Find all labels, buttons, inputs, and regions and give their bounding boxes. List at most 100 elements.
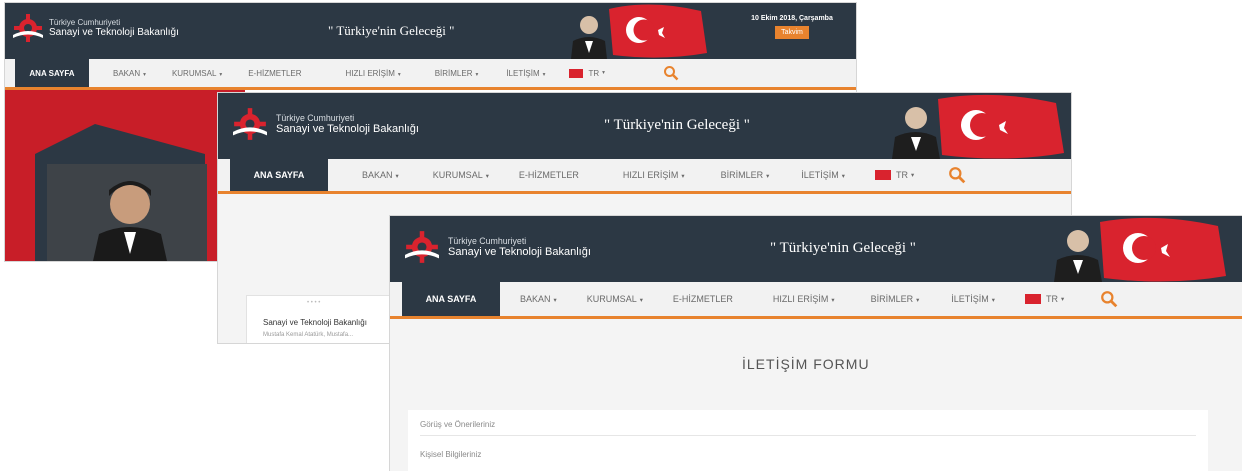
language-selector[interactable]: TR ▾	[569, 68, 605, 78]
chevron-down-icon: ▾	[681, 173, 685, 180]
tr-flag-icon	[874, 170, 891, 180]
nav-label: İLETİŞİM	[506, 68, 540, 78]
nav-label: BAKAN	[113, 68, 141, 78]
nav-kurumsal[interactable]: KURUMSAL ▾	[172, 69, 222, 78]
ataturk-flag-banner	[892, 94, 1064, 159]
nav-label: KURUMSAL	[586, 294, 637, 304]
gear-logo-icon	[13, 14, 43, 42]
main-navbar: ANA SAYFA BAKAN ▾ KURUMSAL ▾ E-HİZMETLER H…	[5, 59, 856, 90]
site-slogan: " Türkiye'nin Geleceği "	[604, 117, 750, 133]
nav-label: BİRİMLER	[870, 294, 914, 304]
chevron-down-icon: ▾	[395, 173, 399, 180]
site-header: Türkiye Cumhuriyeti Sanayi ve Teknoloji …	[5, 3, 856, 59]
form-section-feedback[interactable]: Görüş ve Önerileriniz	[420, 420, 1196, 436]
chevron-down-icon: ▾	[1060, 295, 1065, 303]
calendar-button[interactable]: Takvim	[775, 26, 809, 39]
chevron-down-icon: ▾	[991, 297, 995, 304]
chevron-down-icon: ▾	[916, 297, 920, 304]
page-title: İLETİŞİM FORMU	[742, 356, 870, 372]
chevron-down-icon: ▾	[553, 297, 557, 304]
chevron-down-icon: ▾	[639, 297, 643, 304]
lang-label: TR	[1045, 294, 1058, 304]
news-card[interactable]: • • • • Sanayi ve Teknoloji Bakanlığı Mu…	[246, 295, 398, 343]
nav-ehizmetler[interactable]: E-HİZMETLER	[248, 69, 301, 78]
lang-label: TR	[588, 68, 600, 78]
news-dots: • • • •	[307, 300, 321, 306]
nav-label: HIZLI ERİŞİM	[772, 294, 829, 304]
gear-logo-icon	[405, 231, 439, 263]
nav-ehizmetler[interactable]: E-HİZMETLER	[673, 294, 733, 304]
search-icon[interactable]	[948, 166, 966, 184]
nav-iletisim[interactable]: İLETİŞİM ▾	[951, 294, 995, 304]
nav-label: İLETİŞİM	[801, 170, 839, 180]
chevron-down-icon: ▾	[397, 71, 401, 78]
form-section-personal[interactable]: Kişisel Bilgileriniz	[420, 450, 1196, 465]
nav-home[interactable]: ANA SAYFA	[402, 282, 500, 316]
chevron-down-icon: ▾	[602, 70, 605, 76]
tr-flag-icon	[1024, 294, 1041, 304]
tr-flag-icon	[569, 68, 584, 78]
logo-line2: Sanayi ve Teknoloji Bakanlığı	[49, 26, 179, 38]
chevron-down-icon: ▾	[910, 171, 915, 179]
nav-kurumsal[interactable]: KURUMSAL ▾	[587, 294, 643, 304]
site-header: Türkiye Cumhuriyeti Sanayi ve Teknoloji …	[218, 93, 1071, 159]
nav-label: İLETİŞİM	[951, 294, 989, 304]
ataturk-flag-banner	[571, 4, 707, 59]
search-icon[interactable]	[663, 65, 679, 81]
nav-label: BİRİMLER	[720, 170, 764, 180]
nav-label: KURUMSAL	[171, 68, 217, 78]
search-icon[interactable]	[1100, 290, 1118, 308]
nav-hizli-erisim[interactable]: HIZLI ERİŞİM ▾	[623, 170, 685, 180]
nav-birimler[interactable]: BİRİMLER ▾	[721, 170, 770, 180]
logo-line1: Türkiye Cumhuriyeti	[448, 235, 527, 246]
nav-iletisim[interactable]: İLETİŞİM ▾	[506, 69, 545, 78]
logo-line2: Sanayi ve Teknoloji Bakanlığı	[276, 122, 419, 135]
nav-bakan[interactable]: BAKAN ▾	[113, 69, 146, 78]
nav-label: KURUMSAL	[432, 170, 483, 180]
logo-line2: Sanayi ve Teknoloji Bakanlığı	[448, 245, 591, 258]
nav-label: BİRİMLER	[434, 68, 473, 78]
gear-logo-icon	[233, 108, 267, 140]
nav-iletisim[interactable]: İLETİŞİM ▾	[801, 170, 845, 180]
chevron-down-icon: ▾	[542, 71, 546, 78]
nav-home[interactable]: ANA SAYFA	[230, 159, 328, 191]
nav-kurumsal[interactable]: KURUMSAL ▾	[433, 170, 489, 180]
news-subtitle: Mustafa Kemal Atatürk, Mustafa...	[263, 332, 354, 338]
nav-label: BAKAN	[362, 170, 393, 180]
chevron-down-icon: ▾	[841, 173, 845, 180]
nav-label: HIZLI ERİŞİM	[345, 68, 395, 78]
chevron-down-icon: ▾	[475, 71, 479, 78]
chevron-down-icon: ▾	[485, 173, 489, 180]
nav-bakan[interactable]: BAKAN ▾	[520, 294, 557, 304]
minister-photo	[35, 124, 207, 261]
site-logo[interactable]: Türkiye Cumhuriyeti Sanayi ve Teknoloji …	[230, 107, 419, 141]
site-logo[interactable]: Türkiye Cumhuriyeti Sanayi ve Teknoloji …	[11, 13, 179, 43]
logo-line1: Türkiye Cumhuriyeti	[49, 17, 121, 27]
main-navbar: ANA SAYFA BAKAN ▾ KURUMSAL ▾ E-HİZMETLER H…	[218, 159, 1071, 194]
site-logo[interactable]: Türkiye Cumhuriyeti Sanayi ve Teknoloji …	[402, 230, 591, 264]
chevron-down-icon: ▾	[831, 297, 835, 304]
main-navbar: ANA SAYFA BAKAN ▾ KURUMSAL ▾ E-HİZMETLER H…	[390, 282, 1242, 319]
site-slogan: " Türkiye'nin Geleceği "	[770, 240, 916, 256]
nav-label: BAKAN	[520, 294, 551, 304]
nav-birimler[interactable]: BİRİMLER ▾	[871, 294, 920, 304]
contact-form-panel: Görüş ve Önerileriniz Kişisel Bilgilerin…	[408, 410, 1208, 471]
date-box: 10 Ekim 2018, Çarşamba Takvim	[743, 15, 841, 39]
logo-line1: Türkiye Cumhuriyeti	[276, 112, 355, 123]
site-slogan: " Türkiye'nin Geleceği "	[328, 23, 455, 38]
nav-home[interactable]: ANA SAYFA	[15, 59, 89, 87]
nav-birimler[interactable]: BİRİMLER ▾	[435, 69, 479, 78]
nav-hizli-erisim[interactable]: HIZLI ERİŞİM ▾	[773, 294, 835, 304]
language-selector[interactable]: TR ▾	[1024, 294, 1065, 304]
site-header: Türkiye Cumhuriyeti Sanayi ve Teknoloji …	[390, 216, 1242, 282]
chevron-down-icon: ▾	[766, 173, 770, 180]
language-selector[interactable]: TR ▾	[874, 170, 915, 180]
ataturk-flag-banner	[1054, 217, 1226, 282]
nav-hizli-erisim[interactable]: HIZLI ERİŞİM ▾	[346, 69, 401, 78]
news-title: Sanayi ve Teknoloji Bakanlığı	[263, 318, 367, 327]
lang-label: TR	[895, 170, 908, 180]
nav-bakan[interactable]: BAKAN ▾	[362, 170, 399, 180]
nav-ehizmetler[interactable]: E-HİZMETLER	[519, 170, 579, 180]
chevron-down-icon: ▾	[219, 71, 223, 78]
browser-window-front: Türkiye Cumhuriyeti Sanayi ve Teknoloji …	[390, 216, 1242, 471]
